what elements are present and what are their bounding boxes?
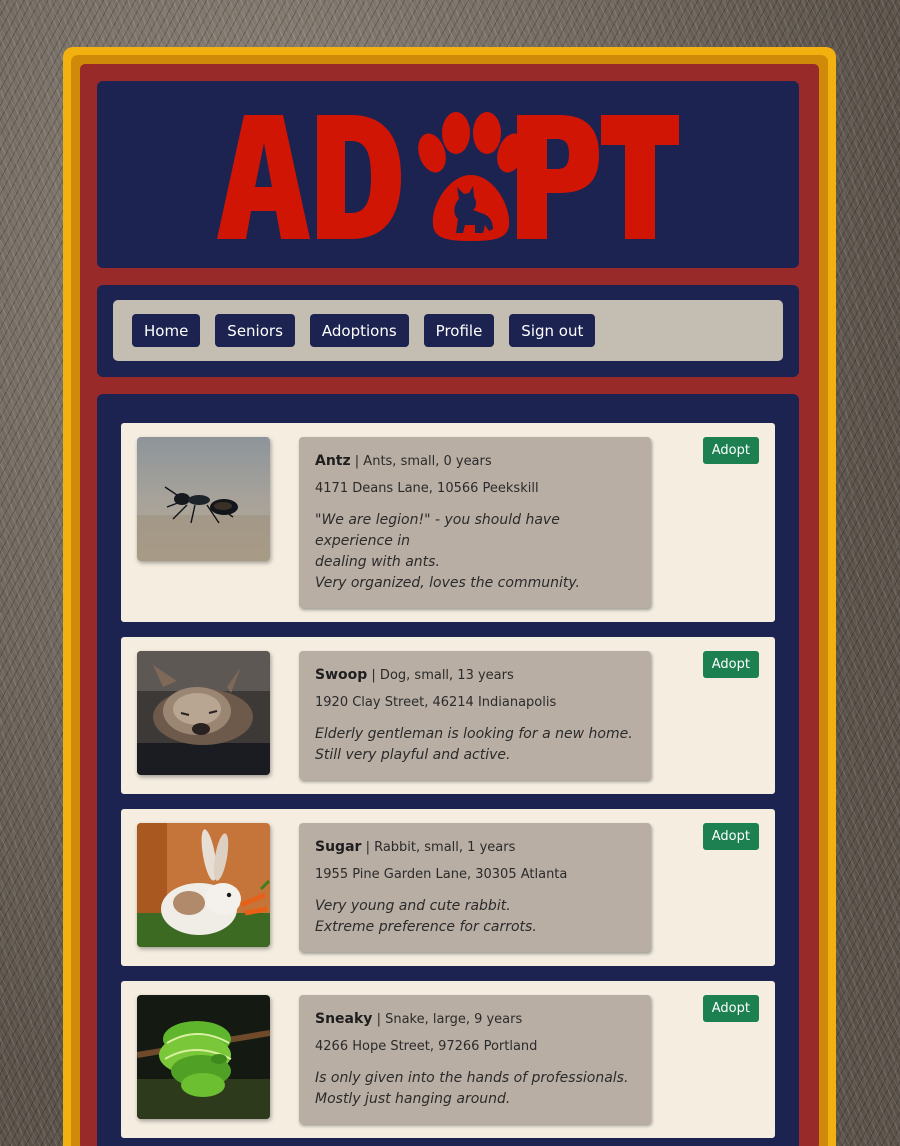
pet-card: Sneaky | Snake, large, 9 years 4266 Hope… (121, 981, 775, 1138)
pet-name: Swoop (315, 667, 368, 683)
pet-info-box: Swoop | Dog, small, 13 years 1920 Clay S… (299, 651, 651, 780)
dog-image (137, 651, 270, 775)
pet-description: Elderly gentleman is looking for a new h… (315, 724, 635, 766)
nav-sign-out-button[interactable]: Sign out (509, 314, 596, 347)
rabbit-image (137, 823, 270, 947)
pet-list: Antz | Ants, small, 0 years 4171 Deans L… (97, 394, 799, 1146)
nav-home-button[interactable]: Home (132, 314, 201, 347)
pet-name: Sugar (315, 839, 362, 855)
nav-adoptions-button[interactable]: Adoptions (309, 314, 409, 347)
pet-description-line: Mostly just hanging around. (315, 1091, 511, 1107)
pet-details: | Dog, small, 13 years (371, 668, 514, 683)
pet-address: 1955 Pine Garden Lane, 30305 Atlanta (315, 867, 568, 882)
pet-card: Swoop | Dog, small, 13 years 1920 Clay S… (121, 637, 775, 794)
pet-name: Sneaky (315, 1011, 373, 1027)
snake-image (137, 995, 270, 1119)
pet-details: | Snake, large, 9 years (376, 1012, 523, 1027)
pet-address: 4171 Deans Lane, 10566 Peekskill (315, 481, 539, 496)
adopt-button[interactable]: Adopt (702, 823, 759, 850)
pet-header: Antz | Ants, small, 0 years (315, 453, 635, 469)
adopt-button[interactable]: Adopt (702, 651, 759, 678)
pet-description-line: Very young and cute rabbit. (315, 898, 511, 914)
pet-info-box: Sneaky | Snake, large, 9 years 4266 Hope… (299, 995, 651, 1124)
pet-description-line: "We are legion!" - you should have exper… (315, 512, 560, 549)
ant-photo[interactable] (137, 437, 270, 561)
pet-description-line: dealing with ants. (315, 554, 440, 570)
pet-header: Swoop | Dog, small, 13 years (315, 667, 635, 683)
snake-photo[interactable] (137, 995, 270, 1119)
navigation-panel: Home Seniors Adoptions Profile Sign out (97, 285, 799, 377)
pet-name: Antz (315, 453, 351, 469)
nav-profile-button[interactable]: Profile (423, 314, 495, 347)
dog-photo[interactable] (137, 651, 270, 775)
pet-info-box: Antz | Ants, small, 0 years 4171 Deans L… (299, 437, 651, 608)
pet-description-line: Very organized, loves the community. (315, 575, 580, 591)
outer-gold-frame: Home Seniors Adoptions Profile Sign out (63, 47, 836, 1146)
pet-description-line: Elderly gentleman is looking for a new h… (315, 726, 633, 742)
pet-description-line: Is only given into the hands of professi… (315, 1070, 629, 1086)
pet-details: | Rabbit, small, 1 years (365, 840, 516, 855)
inner-red-frame: Home Seniors Adoptions Profile Sign out (80, 64, 819, 1146)
pet-details: | Ants, small, 0 years (354, 454, 492, 469)
rabbit-photo[interactable] (137, 823, 270, 947)
pet-header: Sneaky | Snake, large, 9 years (315, 1011, 635, 1027)
pet-description: Is only given into the hands of professi… (315, 1068, 635, 1110)
nav-seniors-button[interactable]: Seniors (215, 314, 295, 347)
pet-header: Sugar | Rabbit, small, 1 years (315, 839, 635, 855)
adopt-button[interactable]: Adopt (702, 437, 759, 464)
pet-description: "We are legion!" - you should have exper… (315, 510, 635, 594)
pet-description-line: Still very playful and active. (315, 747, 511, 763)
pet-address: 4266 Hope Street, 97266 Portland (315, 1039, 538, 1054)
pet-card: Antz | Ants, small, 0 years 4171 Deans L… (121, 423, 775, 622)
pet-description: Very young and cute rabbit. Extreme pref… (315, 896, 635, 938)
nav-bar: Home Seniors Adoptions Profile Sign out (113, 300, 783, 361)
pet-description-line: Extreme preference for carrots. (315, 919, 537, 935)
pet-info-box: Sugar | Rabbit, small, 1 years 1955 Pine… (299, 823, 651, 952)
adopt-button[interactable]: Adopt (702, 995, 759, 1022)
middle-frame: Home Seniors Adoptions Profile Sign out (71, 55, 828, 1146)
adopt-logo (217, 111, 679, 241)
ant-image (137, 437, 270, 561)
pet-card: Sugar | Rabbit, small, 1 years 1955 Pine… (121, 809, 775, 966)
pet-address: 1920 Clay Street, 46214 Indianapolis (315, 695, 557, 710)
header-banner (97, 81, 799, 268)
